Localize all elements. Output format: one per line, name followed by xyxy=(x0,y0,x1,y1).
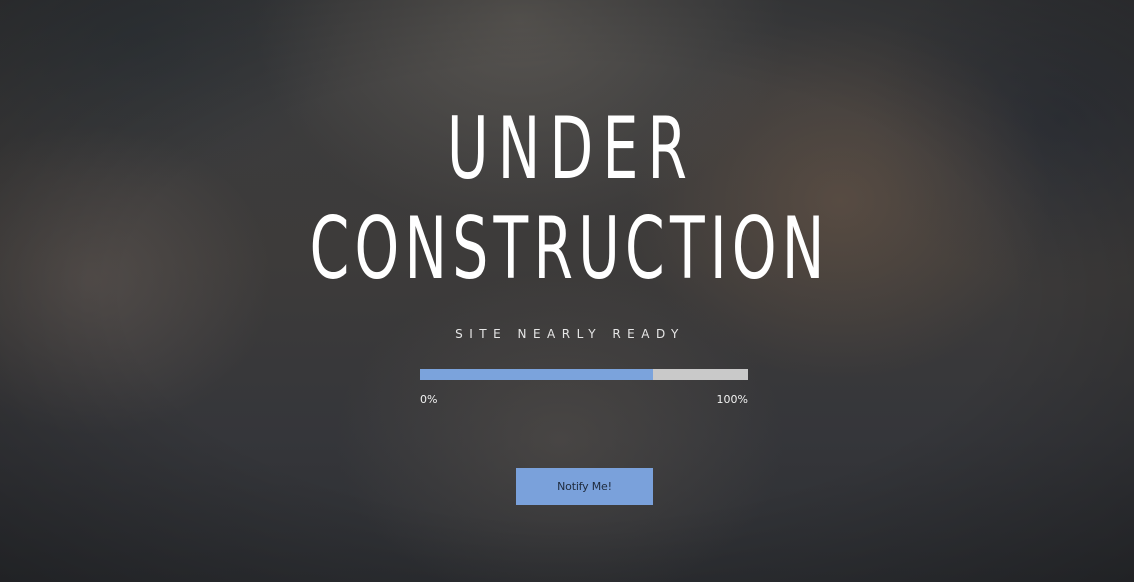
notify-me-button[interactable]: Notify Me! xyxy=(516,468,653,505)
page-title-line-2: CONSTRUCTION xyxy=(309,199,830,299)
status-subtitle: SITE NEARLY READY xyxy=(455,327,685,341)
progress-max-label: 100% xyxy=(716,393,748,406)
progress-min-label: 0% xyxy=(420,393,438,406)
progress-bar-fill xyxy=(420,369,653,380)
hero-section: UNDER CONSTRUCTION SITE NEARLY READY 0% … xyxy=(0,0,1134,582)
page-title-line-1: UNDER xyxy=(447,99,697,199)
progress-bar xyxy=(420,369,748,380)
